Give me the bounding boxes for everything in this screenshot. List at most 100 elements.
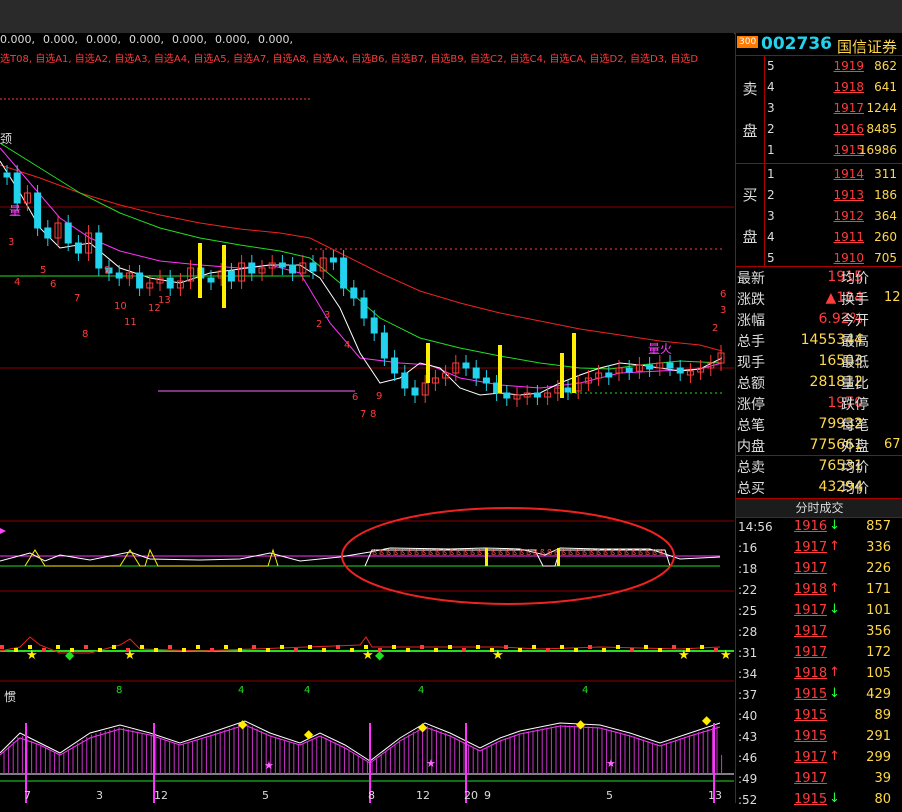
star-icon: ★ [426, 757, 436, 770]
signal-mark: ß [428, 548, 433, 557]
candle-body [666, 362, 674, 369]
signal-mark: ß [526, 548, 531, 557]
label-fire: 量火 [648, 342, 672, 356]
tick-time: :40 [738, 709, 758, 723]
tick-row[interactable]: :28 1917 356 [736, 623, 902, 644]
book-price[interactable]: 1916 [804, 122, 864, 136]
tick-row[interactable]: :31 1917 172 [736, 644, 902, 665]
signal-mark: ß [449, 548, 454, 557]
histogram-bar [700, 645, 704, 649]
tick-row[interactable]: :25 1917 ↓ 101 [736, 602, 902, 623]
bottom-count: 5 [262, 789, 269, 802]
diamond-icon: ◆ [418, 720, 428, 734]
ticks-title[interactable]: 分时成交 [736, 498, 902, 518]
tick-row[interactable]: :34 1918 ↑ 105 [736, 665, 902, 686]
tick-row[interactable]: :16 1917 ↑ 336 [736, 539, 902, 560]
sell-row[interactable]: 5 1919 862 [764, 56, 902, 77]
book-price[interactable]: 1915 [804, 143, 864, 157]
signal-mark: ß [575, 548, 580, 557]
candle-body [564, 387, 572, 393]
signal-mark: ß [547, 548, 552, 557]
histogram-bar [434, 648, 438, 652]
stat-key-2: 跌停 [841, 397, 869, 413]
tick-price: 1915 [794, 687, 828, 702]
book-price[interactable]: 1912 [804, 209, 864, 223]
tick-price: 1918 [794, 666, 828, 681]
kline-annotation: 11 [124, 317, 137, 328]
tick-arrow-icon: ↑ [829, 749, 840, 764]
sell-row[interactable]: 3 1917 1244 [764, 98, 902, 119]
histogram-bar [252, 645, 256, 649]
tick-volume: 226 [866, 561, 891, 576]
chart-svg: 34567891011121323467 89632 颈 量 量火 惯 ßßßßß… [0, 98, 734, 803]
stock-name[interactable]: 国信证券 [837, 36, 897, 57]
buy-row[interactable]: 2 1913 186 [764, 185, 902, 206]
sell-label: 卖 [742, 80, 758, 98]
book-price[interactable]: 1917 [804, 101, 864, 115]
tick-row[interactable]: 14:56 1916 ↓ 857 [736, 518, 902, 539]
book-price[interactable]: 1918 [804, 80, 864, 94]
stat-row: 总额 281812 量比 [736, 372, 902, 393]
ma-green-line [0, 142, 723, 370]
stat-key: 涨停 [737, 397, 765, 413]
histogram-bar [504, 645, 508, 649]
histogram-bar [0, 645, 4, 649]
book-price[interactable]: 1914 [804, 167, 864, 181]
book-price[interactable]: 1913 [804, 188, 864, 202]
buy-row[interactable]: 1 1914 311 [764, 164, 902, 185]
kline-annotation: 10 [114, 301, 127, 312]
buy-row[interactable]: 3 1912 364 [764, 206, 902, 227]
signal-mark: ß [456, 548, 461, 557]
kline-annotation: 9 [376, 391, 382, 402]
histogram-bar [196, 645, 200, 649]
candle-body [340, 257, 348, 289]
signal-mark: ß [589, 548, 594, 557]
kline-annotation: 9 [104, 265, 110, 276]
tick-time: :18 [738, 562, 758, 576]
signal-mark: ß [421, 548, 426, 557]
sell-row[interactable]: 1 1915 16986 [764, 140, 902, 161]
buy-row[interactable]: 4 1911 260 [764, 227, 902, 248]
tick-row[interactable]: :49 1917 39 [736, 770, 902, 791]
tick-volume: 89 [874, 708, 891, 723]
book-level: 4 [767, 80, 775, 94]
buy-label-2: 盘 [742, 228, 758, 246]
tick-time: :49 [738, 772, 758, 786]
stock-code[interactable]: 002736 [761, 34, 832, 54]
tick-row[interactable]: :40 1915 89 [736, 707, 902, 728]
candle-body [44, 227, 52, 239]
book-price[interactable]: 1911 [804, 230, 864, 244]
title-bar [0, 0, 902, 34]
tick-row[interactable]: :18 1917 226 [736, 560, 902, 581]
kline-annotation: 5 [40, 265, 46, 276]
candle-body [401, 372, 409, 389]
tick-price: 1917 [794, 624, 828, 639]
star-icon: ★ [492, 648, 504, 663]
tick-price: 1917 [794, 561, 828, 576]
sell-row[interactable]: 4 1918 641 [764, 77, 902, 98]
signal-mark: ß [582, 548, 587, 557]
buy-label: 买 [742, 186, 758, 204]
book-volume: 16986 [858, 143, 897, 157]
histogram-bar [560, 645, 564, 649]
histogram-bar [672, 645, 676, 649]
book-price[interactable]: 1910 [804, 251, 864, 265]
kline-annotation: 13 [158, 295, 171, 306]
signal-mark: ß [463, 548, 468, 557]
tick-row[interactable]: :52 1915 ↓ 80 [736, 791, 902, 812]
candle-body [646, 364, 654, 370]
sell-label-2: 盘 [742, 122, 758, 140]
candle-body [503, 392, 511, 399]
kline-annotation: 3 [324, 310, 330, 321]
highlight-candle [222, 245, 226, 308]
histogram-bar [630, 648, 634, 652]
panel4-count: 4 [418, 685, 424, 696]
tick-row[interactable]: :43 1915 291 [736, 728, 902, 749]
tick-row[interactable]: :22 1918 ↑ 171 [736, 581, 902, 602]
book-price[interactable]: 1919 [804, 59, 864, 73]
tick-time: 14:56 [738, 520, 773, 534]
kline-chart-area[interactable]: 0.000, 0.000, 0.000, 0.000, 0.000, 0.000, 0.00… [0, 33, 734, 803]
tick-row[interactable]: :46 1917 ↑ 299 [736, 749, 902, 770]
tick-row[interactable]: :37 1915 ↓ 429 [736, 686, 902, 707]
sell-row[interactable]: 2 1916 8485 [764, 119, 902, 140]
